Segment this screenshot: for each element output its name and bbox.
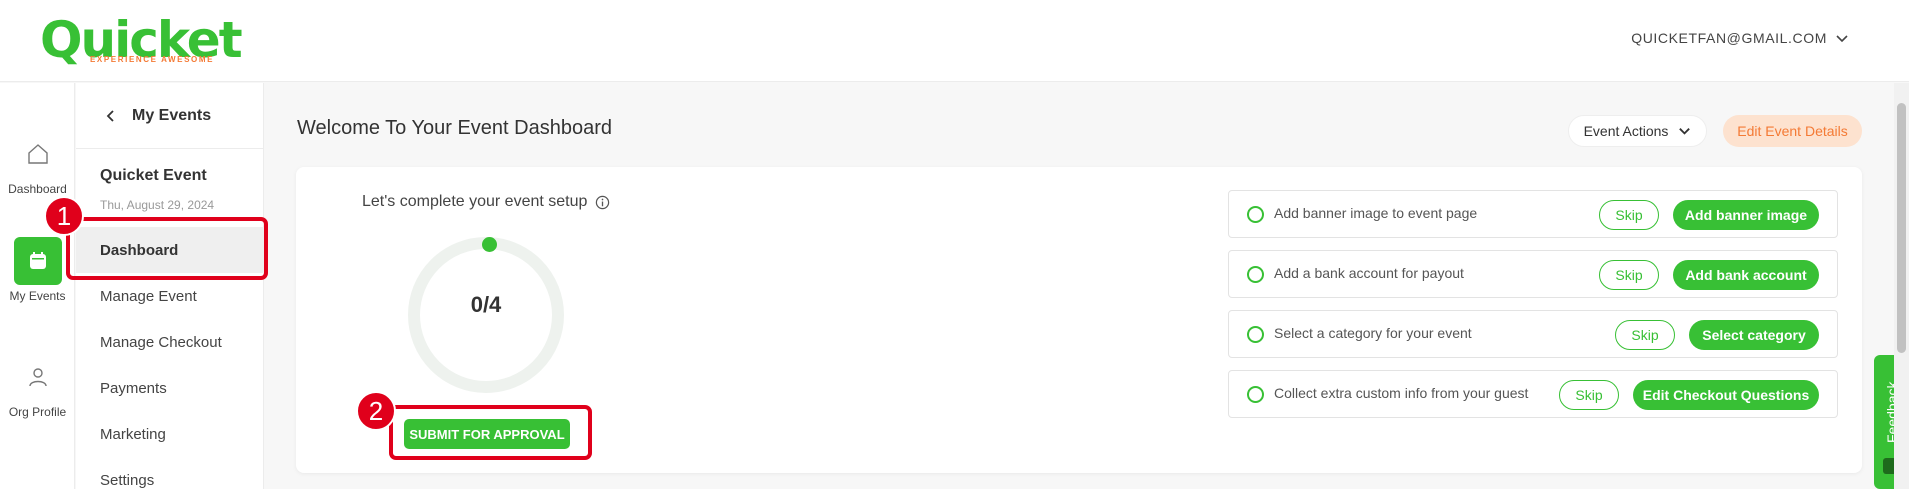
rail-item-my-events[interactable]: My Events [0, 237, 75, 303]
add-banner-image-button[interactable]: Add banner image [1673, 200, 1819, 230]
rail-item-dashboard[interactable]: Dashboard [0, 130, 75, 196]
event-name: Quicket Event [100, 167, 207, 184]
add-bank-account-button[interactable]: Add bank account [1673, 260, 1819, 290]
info-icon[interactable] [595, 195, 610, 210]
back-label: My Events [132, 106, 212, 124]
setup-heading: Let's complete your event setup [362, 193, 610, 211]
top-header: Quicket EXPERIENCE AWESOME QUICKETFAN@GM… [0, 0, 1909, 82]
skip-button[interactable]: Skip [1599, 200, 1659, 230]
calendar-icon [29, 252, 46, 269]
quicket-logo[interactable]: Quicket EXPERIENCE AWESOME [40, 12, 243, 72]
account-email: QUICKETFAN@GMAIL.COM [1631, 30, 1827, 46]
task-status-radio[interactable] [1247, 266, 1264, 283]
task-text: Collect extra custom info from your gues… [1274, 385, 1529, 401]
skip-button[interactable]: Skip [1599, 260, 1659, 290]
home-icon [27, 144, 48, 164]
select-category-button[interactable]: Select category [1689, 320, 1819, 350]
page-title: Welcome To Your Event Dashboard [297, 117, 613, 139]
setup-heading-text: Let's complete your event setup [362, 193, 588, 210]
task-status-radio[interactable] [1247, 386, 1264, 403]
progress-text: 0/4 [470, 292, 502, 317]
edit-event-details-button[interactable]: Edit Event Details [1723, 115, 1862, 147]
skip-button[interactable]: Skip [1559, 380, 1619, 410]
sidebar-item-settings[interactable]: Settings [76, 457, 264, 489]
sidebar-item-manage-checkout[interactable]: Manage Checkout [76, 319, 264, 365]
task-row: Collect extra custom info from your gues… [1228, 370, 1838, 418]
event-date: Thu, August 29, 2024 [100, 198, 215, 212]
highlight-box-submit [389, 405, 592, 460]
task-row: Add banner image to event page Skip Add … [1228, 190, 1838, 238]
chevron-down-icon [1836, 35, 1848, 43]
progress-indicator [482, 237, 497, 252]
chevron-left-icon [106, 109, 114, 122]
sidebar-item-payments[interactable]: Payments [76, 365, 264, 411]
rail-label: My Events [9, 289, 66, 303]
annotation-badge-2: 2 [356, 391, 396, 431]
event-actions-button[interactable]: Event Actions [1568, 115, 1707, 147]
event-sidebar: My Events Quicket Event Thu, August 29, … [76, 83, 264, 489]
rail-label: Org Profile [8, 405, 67, 419]
task-row: Select a category for your event Skip Se… [1228, 310, 1838, 358]
back-to-my-events[interactable]: My Events [76, 83, 264, 149]
rail-label: Dashboard [8, 182, 67, 196]
task-text: Select a category for your event [1274, 325, 1472, 341]
task-status-radio[interactable] [1247, 326, 1264, 343]
task-text: Add a bank account for payout [1274, 265, 1464, 281]
user-icon [28, 368, 47, 387]
event-actions-label: Event Actions [1583, 123, 1669, 139]
task-status-radio[interactable] [1247, 206, 1264, 223]
rail-item-org-profile[interactable]: Org Profile [0, 353, 75, 419]
account-menu[interactable]: QUICKETFAN@GMAIL.COM [1631, 30, 1849, 46]
annotation-badge-1: 1 [44, 196, 84, 236]
skip-button[interactable]: Skip [1615, 320, 1675, 350]
scrollbar[interactable] [1894, 83, 1909, 489]
edit-checkout-questions-button[interactable]: Edit Checkout Questions [1633, 380, 1819, 410]
task-text: Add banner image to event page [1274, 205, 1478, 221]
icon-rail: Dashboard My Events Org Profile [0, 83, 75, 489]
task-row: Add a bank account for payout Skip Add b… [1228, 250, 1838, 298]
chevron-down-icon [1679, 127, 1691, 135]
logo-tagline: EXPERIENCE AWESOME [90, 55, 215, 64]
highlight-box-dashboard [66, 217, 268, 280]
sidebar-item-marketing[interactable]: Marketing [76, 411, 264, 457]
scrollbar-thumb[interactable] [1897, 103, 1906, 353]
